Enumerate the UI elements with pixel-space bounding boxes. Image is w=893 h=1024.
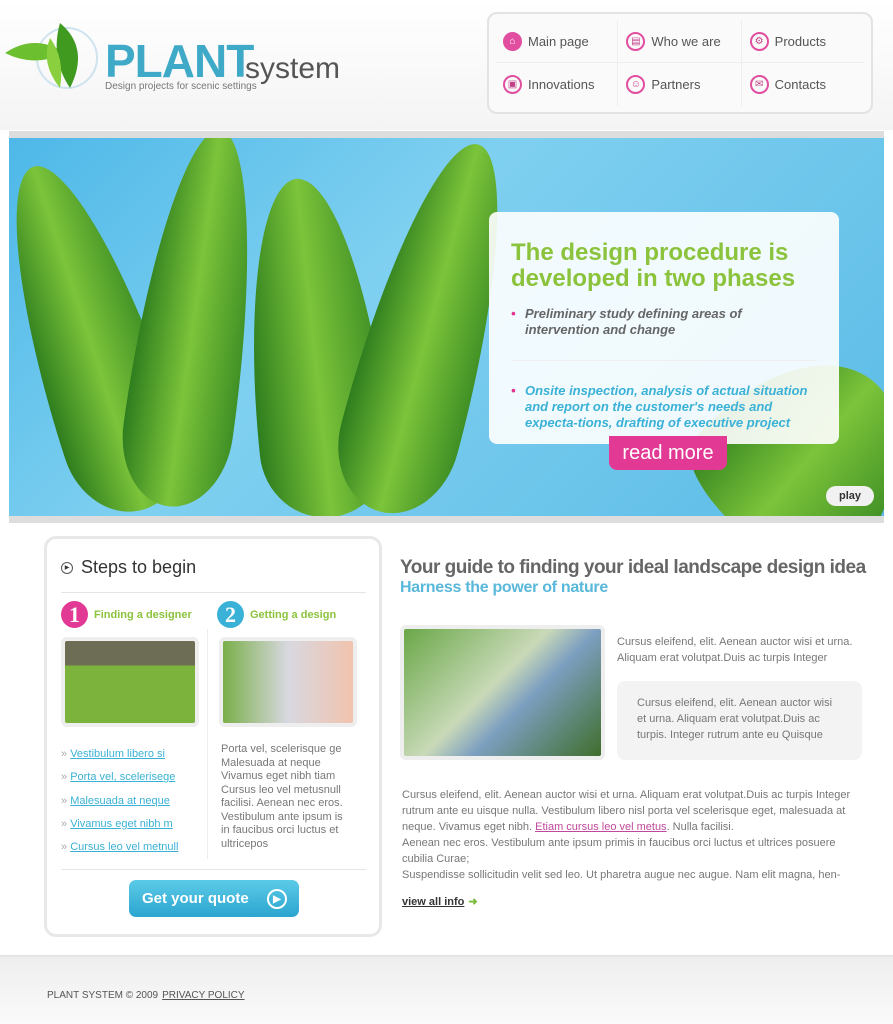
nav-label: Main page xyxy=(528,33,589,49)
steps-title-text: Steps to begin xyxy=(81,557,197,577)
nav-label: Contacts xyxy=(774,77,826,92)
paragraph: Suspendisse sollicitudin velit sed leo. … xyxy=(402,869,841,881)
design-photo xyxy=(219,637,357,727)
divider xyxy=(61,592,366,593)
leaf-logo-icon xyxy=(5,23,98,89)
promo-title: The design procedure is developed in two… xyxy=(511,239,796,292)
step-1-links: Vestibulum libero si Porta vel, sceleris… xyxy=(61,743,178,859)
arrow-right-icon: ▶ xyxy=(267,889,287,909)
list-item: Malesuada at neque xyxy=(61,790,178,813)
link[interactable]: Cursus leo vel metnull xyxy=(70,841,178,853)
link[interactable]: Malesuada at neque xyxy=(70,795,170,807)
banner-slide: The design procedure is developed in two… xyxy=(9,138,884,516)
people-icon: ☺ xyxy=(626,75,646,94)
get-quote-button[interactable]: Get your quote ▶ xyxy=(129,880,299,917)
steps-panel: ▶ Steps to begin 1 Finding a designer 2 Get… xyxy=(44,536,382,937)
nav-item-innovations[interactable]: ▣ Innovations xyxy=(495,63,619,106)
main-subtitle: Harness the power of nature xyxy=(400,579,608,596)
logo[interactable]: PLANT system Design projects for scenic … xyxy=(5,18,350,98)
footer: PLANT SYSTEM © 2009 PRIVACY POLICY xyxy=(0,955,893,1024)
step-2-heading: 2 Getting a design xyxy=(217,601,336,628)
view-all-link[interactable]: view all info ➜ xyxy=(402,895,478,908)
briefcase-icon: ▣ xyxy=(503,75,522,94)
link-label: view all info xyxy=(402,896,465,908)
privacy-policy-link[interactable]: PRIVACY POLICY xyxy=(162,990,244,1001)
intro-text: Cursus eleifend, elit. Aenean auctor wis… xyxy=(617,636,853,664)
arrow-right-icon: ➜ xyxy=(468,896,478,908)
step-1-heading: 1 Finding a designer xyxy=(61,601,192,628)
nav-item-products[interactable]: ⚙ Products xyxy=(741,20,865,63)
read-more-button[interactable]: read more xyxy=(609,436,727,470)
nav-item-partners[interactable]: ☺ Partners xyxy=(618,63,742,106)
gear-icon: ⚙ xyxy=(749,31,769,51)
nav-label: Products xyxy=(774,33,826,49)
divider xyxy=(61,869,366,870)
designer-photo xyxy=(61,637,199,727)
paragraph: Aenean nec eros. Vestibulum ante ipsum p… xyxy=(402,837,836,865)
step-number-badge: 2 xyxy=(217,601,244,628)
envelope-icon: ✉ xyxy=(749,75,769,94)
step-number-badge: 1 xyxy=(61,601,88,628)
step-title: Getting a design xyxy=(250,608,337,621)
promo-point: Onsite inspection, analysis of actual si… xyxy=(511,383,817,431)
main-title: Your guide to finding your ideal landsca… xyxy=(400,557,866,578)
paragraph: . Nulla facilisi. xyxy=(666,821,734,833)
info-box: Cursus eleifend, elit. Aenean auctor wis… xyxy=(617,681,862,760)
body-text: Cursus eleifend, elit. Aenean auctor wis… xyxy=(402,787,857,883)
gardener-photo xyxy=(400,625,605,760)
logo-subtext: system xyxy=(245,52,341,85)
divider xyxy=(207,629,208,859)
main-nav: ⌂ Main page ▤ Who we are ⚙ Products ▣ Innovatio… xyxy=(487,12,873,114)
play-circle-icon: ▶ xyxy=(61,561,73,574)
list-item: Vestibulum libero si xyxy=(61,743,178,766)
step-2-text: Porta vel, scelerisque ge Malesuada at n… xyxy=(221,743,343,850)
list-item: Porta vel, scelerisege xyxy=(61,766,178,789)
home-icon: ⌂ xyxy=(503,31,522,51)
copyright: PLANT SYSTEM © 2009 xyxy=(47,990,159,1001)
list-item: Cursus leo vel metnull xyxy=(61,836,178,859)
header: PLANT system Design projects for scenic … xyxy=(0,0,893,130)
logo-text: PLANT xyxy=(105,35,254,87)
promo-point: Preliminary study defining areas of inte… xyxy=(511,306,817,361)
inline-link[interactable]: Etiam cursus leo vel metus xyxy=(535,821,666,833)
nav-label: Partners xyxy=(651,77,701,92)
play-button[interactable]: play xyxy=(826,486,874,506)
document-icon: ▤ xyxy=(626,31,646,51)
nav-item-contacts[interactable]: ✉ Contacts xyxy=(742,63,865,106)
nav-item-who-we-are[interactable]: ▤ Who we are xyxy=(618,20,742,63)
link[interactable]: Vestibulum libero si xyxy=(70,748,165,760)
list-item: Vivamus eget nibh m xyxy=(61,813,178,836)
link[interactable]: Vivamus eget nibh m xyxy=(70,818,173,830)
steps-title: ▶ Steps to begin xyxy=(61,557,196,578)
nav-item-main-page[interactable]: ⌂ Main page xyxy=(495,20,619,63)
button-label: Get your quote xyxy=(142,890,249,907)
step-title: Finding a designer xyxy=(94,608,192,621)
tagline: Design projects for scenic settings xyxy=(105,81,257,92)
banner: The design procedure is developed in two… xyxy=(9,131,884,523)
nav-label: Who we are xyxy=(651,33,721,49)
promo-box: The design procedure is developed in two… xyxy=(489,212,839,444)
nav-label: Innovations xyxy=(528,77,595,92)
link[interactable]: Porta vel, scelerisege xyxy=(70,771,175,783)
